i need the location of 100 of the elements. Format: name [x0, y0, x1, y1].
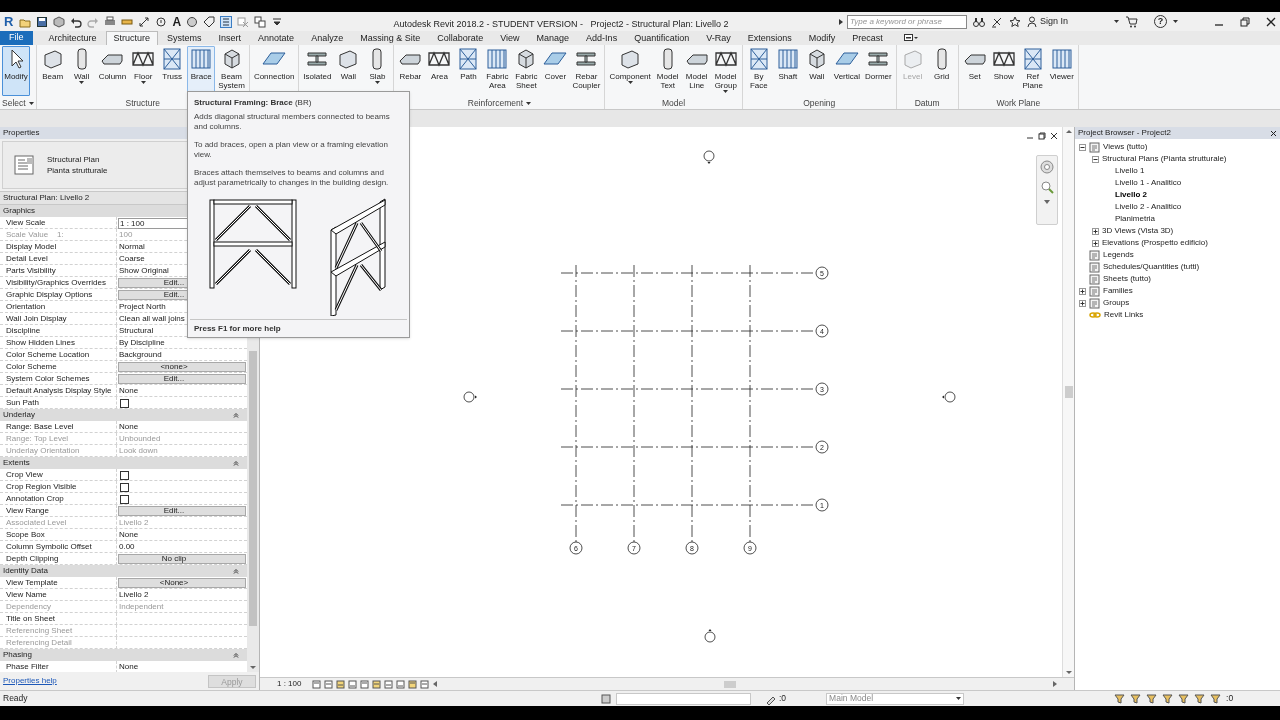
tree-item[interactable]: Legends — [1103, 249, 1134, 261]
property-label: Display Model — [6, 241, 57, 253]
value-button[interactable]: <none> — [118, 362, 246, 372]
ribbon-button[interactable]: Beam — [38, 46, 67, 96]
ribbon-button[interactable]: Model Group — [711, 46, 740, 96]
ribbon-button[interactable]: Vertical — [831, 46, 862, 96]
ribbon-button[interactable]: Cover — [541, 46, 570, 96]
tree-item[interactable]: Livello 2 - Analitico — [1115, 201, 1182, 213]
sign-in-button[interactable]: Sign In — [1026, 14, 1068, 29]
status-message: Ready — [2, 692, 29, 705]
ribbon-tab[interactable]: Analyze — [303, 31, 352, 45]
tree-item[interactable]: Structural Plans (Pianta strutturale) — [1102, 153, 1227, 165]
ribbon-tab[interactable]: Insert — [210, 31, 250, 45]
ribbon-button[interactable]: Component — [607, 46, 653, 96]
ribbon-button[interactable]: Wall — [802, 46, 831, 96]
ribbon-button[interactable]: Beam System — [216, 46, 247, 96]
property-label: Wall Join Display — [6, 313, 67, 325]
value-button[interactable]: Edit... — [118, 374, 246, 384]
value-button[interactable]: No clip — [118, 554, 246, 564]
ribbon-button[interactable]: Set — [960, 46, 989, 96]
ribbon-button[interactable]: Grid — [927, 46, 956, 96]
ribbon-button[interactable]: Connection — [251, 46, 297, 96]
tree-item[interactable]: Revit Links — [1104, 309, 1144, 321]
ribbon-tab[interactable]: Systems — [159, 31, 210, 45]
view-scale[interactable]: 1 : 100 — [260, 678, 312, 690]
ribbon-button[interactable]: Floor — [129, 46, 158, 96]
file-tab[interactable]: File — [0, 31, 33, 45]
property-label: View Name — [6, 589, 47, 601]
window-title: Autodesk Revit 2018.2 - STUDENT VERSION - Project2 - Structural Plan: Livello 2 — [393, 18, 729, 29]
ribbon-tab[interactable]: V-Ray — [698, 31, 739, 45]
tree-item[interactable]: Livello 1 - Analitico — [1115, 177, 1182, 189]
ribbon-tab[interactable]: Collaborate — [429, 31, 492, 45]
ribbon-button[interactable]: Path — [454, 46, 483, 96]
help-link[interactable]: Properties help — [3, 675, 57, 687]
tree-item[interactable]: Families — [1103, 285, 1133, 297]
ribbon-button[interactable]: By Face — [744, 46, 773, 96]
tree-item[interactable]: Elevations (Prospetto edificio) — [1102, 237, 1208, 249]
property-label: Depth Clipping — [6, 553, 59, 565]
ribbon-tab[interactable]: Architecture — [40, 31, 105, 45]
property-label: Scale Value 1: — [6, 229, 64, 241]
property-label: Color Scheme Location — [6, 349, 90, 361]
property-value: Clean all wall joins — [118, 313, 186, 325]
ribbon-tab[interactable]: Massing & Site — [352, 31, 429, 45]
ribbon-button[interactable]: Show — [989, 46, 1018, 96]
ribbon-button[interactable]: Fabric Sheet — [512, 46, 541, 96]
property-value: Look down — [118, 445, 159, 457]
ribbon-button[interactable]: Slab — [363, 46, 392, 96]
search-field[interactable]: Type a keyword or phrase — [846, 14, 967, 29]
ribbon-button[interactable]: Model Text — [653, 46, 682, 96]
ribbon-tab[interactable]: Manage — [528, 31, 578, 45]
tree-item[interactable]: Planimetria — [1115, 213, 1155, 225]
ribbon-button[interactable]: Dormer — [863, 46, 894, 96]
ribbon-button[interactable]: Isolated — [301, 46, 334, 96]
ribbon-button[interactable]: Column — [96, 46, 129, 96]
property-value: Livello 2 — [118, 517, 150, 529]
ribbon-button[interactable]: Rebar — [396, 46, 425, 96]
ribbon-button[interactable]: Model Line — [682, 46, 711, 96]
property-value: Normal — [118, 241, 146, 253]
tree-item[interactable]: Views (tutto) — [1103, 141, 1148, 153]
text-tool[interactable]: A — [172, 15, 182, 28]
property-label: Referencing Sheet — [6, 625, 73, 637]
tree-item[interactable]: 3D Views (Vista 3D) — [1102, 225, 1174, 237]
ribbon-button[interactable]: Shaft — [773, 46, 802, 96]
ribbon-button[interactable]: Rebar Coupler — [570, 46, 603, 96]
ribbon-tab[interactable]: Extensions — [739, 31, 800, 45]
ribbon-button[interactable]: Wall — [334, 46, 363, 96]
value-button[interactable]: <None> — [118, 578, 246, 588]
panel-label: Structure — [125, 96, 160, 110]
property-label: Visibility/Graphics Overrides — [6, 277, 106, 289]
section-header: Phasing — [3, 649, 32, 661]
tree-item[interactable]: Schedules/Quantities (tutti) — [1103, 261, 1200, 273]
ribbon-button[interactable]: Fabric Area — [483, 46, 512, 96]
ribbon-tab[interactable]: Add-Ins — [578, 31, 626, 45]
property-label: Scope Box — [6, 529, 45, 541]
ribbon-tab[interactable]: Structure — [105, 31, 159, 45]
ribbon-button[interactable]: Viewer — [1047, 46, 1076, 96]
ribbon-button[interactable]: Wall — [67, 46, 96, 96]
property-value: Unbounded — [118, 433, 162, 445]
tree-item[interactable]: Groups — [1103, 297, 1130, 309]
ribbon-button[interactable]: Ref Plane — [1018, 46, 1047, 96]
tree-item[interactable]: Sheets (tutto) — [1103, 273, 1152, 285]
app-logo[interactable]: R — [4, 15, 14, 28]
ribbon-tab[interactable]: Precast — [844, 31, 891, 45]
ribbon-tab[interactable]: View — [492, 31, 528, 45]
property-label: Column Symbolic Offset — [6, 541, 92, 553]
ribbon-button[interactable]: Modify — [2, 46, 30, 96]
value-button[interactable]: Edit... — [118, 506, 246, 516]
ribbon-button[interactable]: Area — [425, 46, 454, 96]
property-value: Project North — [118, 301, 167, 313]
ribbon-button[interactable]: Truss — [158, 46, 187, 96]
property-label: Default Analysis Display Style — [6, 385, 112, 397]
tree-item[interactable]: Livello 2 — [1115, 189, 1147, 201]
ribbon-tab[interactable]: Annotate — [250, 31, 303, 45]
ribbon-tab[interactable]: Modify — [800, 31, 844, 45]
ribbon-tab[interactable]: Quantification — [626, 31, 698, 45]
property-value: None — [118, 661, 140, 672]
property-label: Discipline — [6, 325, 41, 337]
design-option-field[interactable]: Main Model — [826, 692, 965, 705]
tree-item[interactable]: Livello 1 — [1115, 165, 1145, 177]
section-header: Identity Data — [3, 565, 48, 577]
